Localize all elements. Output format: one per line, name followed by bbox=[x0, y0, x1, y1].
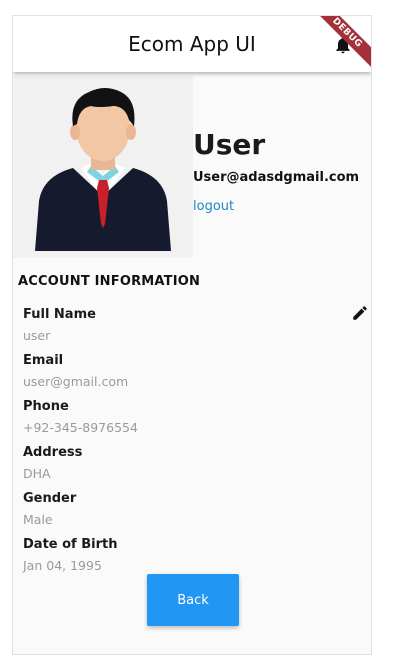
field-phone: Phone +92-345-8976554 bbox=[23, 399, 138, 445]
app-bar: Ecom App UI DEBUG bbox=[13, 16, 371, 74]
field-value: DHA bbox=[23, 466, 51, 481]
user-email: User@adasdgmail.com bbox=[193, 170, 360, 185]
field-label: Full Name bbox=[23, 307, 96, 322]
logout-link[interactable]: logout bbox=[193, 199, 234, 214]
field-address: Address DHA bbox=[23, 445, 138, 491]
field-gender: Gender Male bbox=[23, 491, 138, 537]
businessman-avatar-icon bbox=[35, 88, 171, 251]
field-full-name: Full Name user bbox=[23, 307, 138, 353]
field-date-of-birth: Date of Birth Jan 04, 1995 bbox=[23, 537, 138, 583]
pencil-icon[interactable] bbox=[351, 304, 369, 322]
field-label: Address bbox=[23, 445, 83, 460]
avatar bbox=[13, 76, 193, 258]
account-fields: Full Name user Email user@gmail.com Phon… bbox=[23, 307, 138, 583]
field-label: Phone bbox=[23, 399, 69, 414]
field-value: Male bbox=[23, 512, 53, 527]
profile-header: User User@adasdgmail.com logout bbox=[13, 76, 371, 258]
app-title: Ecom App UI bbox=[128, 32, 256, 56]
account-information-heading: ACCOUNT INFORMATION bbox=[18, 274, 201, 289]
field-value: Jan 04, 1995 bbox=[23, 558, 102, 573]
back-button[interactable]: Back bbox=[147, 574, 239, 626]
field-email: Email user@gmail.com bbox=[23, 353, 138, 399]
field-label: Email bbox=[23, 353, 64, 368]
user-name: User bbox=[193, 128, 266, 161]
field-value: user bbox=[23, 328, 51, 343]
field-value: user@gmail.com bbox=[23, 374, 129, 389]
field-label: Date of Birth bbox=[23, 537, 118, 552]
app-frame: Ecom App UI DEBUG User User@adasdgmail.c… bbox=[12, 15, 372, 655]
field-value: +92-345-8976554 bbox=[23, 420, 138, 435]
field-label: Gender bbox=[23, 491, 77, 506]
